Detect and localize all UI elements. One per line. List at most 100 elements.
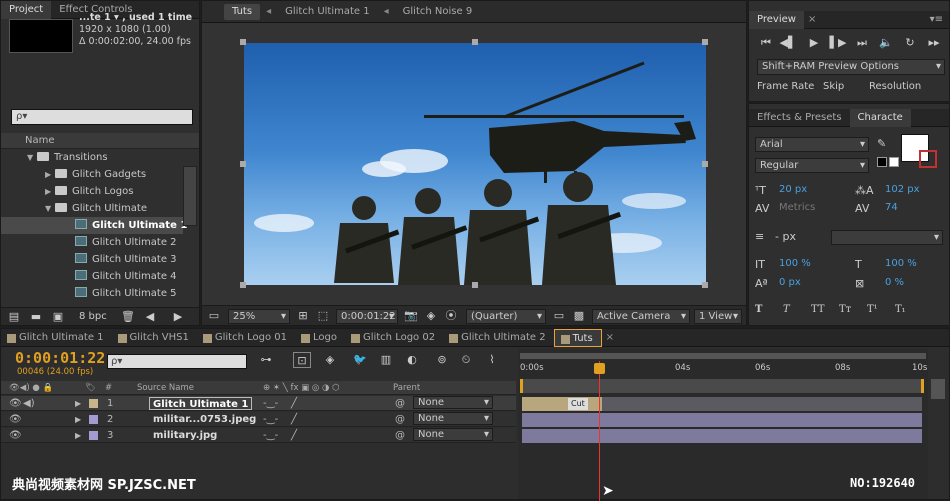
faux-bold-icon[interactable]: T [755, 304, 762, 315]
next-frame-icon[interactable]: ▌▶ [829, 35, 847, 51]
layer-name[interactable]: Glitch Ultimate 1 [149, 397, 253, 410]
project-scrollbar[interactable] [183, 166, 197, 226]
transform-handle[interactable] [702, 39, 708, 45]
collapse-switch-icon[interactable]: -‿- [263, 396, 278, 411]
layer-bar-1[interactable] [522, 397, 602, 411]
tree-item-glitch-ultimate-2[interactable]: Glitch Ultimate 2 [1, 234, 183, 251]
ram-preview-icon[interactable]: ▸▸ [925, 35, 943, 51]
resolution-dropdown[interactable]: (Quarter) [466, 309, 546, 324]
white-swatch[interactable] [889, 157, 899, 167]
pickwhip-icon[interactable]: @ [395, 396, 405, 411]
twirl-closed-icon[interactable]: ▶ [75, 428, 81, 443]
quality-switch-icon[interactable]: ╱ [291, 396, 297, 411]
twirl-open-icon[interactable]: ▼ [45, 200, 55, 217]
mini-flowchart-icon[interactable]: ⊶ [257, 352, 275, 368]
time-ruler[interactable]: 0:00s 02s 04s 06s 08s 10s [518, 361, 928, 377]
transform-handle[interactable] [240, 39, 246, 45]
layer-name[interactable]: militar...0753.jpeg [153, 412, 256, 427]
tab-character[interactable]: Characte [849, 108, 911, 127]
twirl-closed-icon[interactable]: ▶ [75, 412, 81, 427]
snapshot-camera-icon[interactable]: 📷 [402, 308, 420, 324]
previous-frame-icon[interactable]: ◀▌ [779, 35, 797, 51]
live-update-icon[interactable]: ⊡ [293, 352, 311, 368]
pickwhip-icon[interactable]: @ [395, 412, 405, 427]
pickwhip-icon[interactable]: @ [395, 428, 405, 443]
tracking-value[interactable]: 74 [885, 202, 898, 213]
ram-preview-options-dropdown[interactable]: Shift+RAM Preview Options [757, 59, 945, 75]
play-icon[interactable]: ▶ [805, 35, 823, 51]
collapse-switch-icon[interactable]: -‿- [263, 412, 278, 427]
zoom-dropdown[interactable]: 25% [228, 309, 290, 324]
current-time-indicator-head[interactable] [594, 363, 605, 374]
stroke-color-swatch[interactable] [919, 150, 937, 168]
font-style-dropdown[interactable]: Regular [755, 158, 869, 173]
work-area-bar[interactable] [520, 353, 926, 359]
collapse-switch-icon[interactable]: -‿- [263, 428, 278, 443]
font-family-dropdown[interactable]: Arial [755, 137, 869, 152]
layer-row-1[interactable]: 👁 ◀) ▶ 1 Glitch Ultimate 1 -‿- ╱ @ None [1, 396, 516, 411]
all-caps-icon[interactable]: TT [811, 304, 825, 315]
eyedropper-icon[interactable]: ✎ [877, 137, 886, 150]
parent-dropdown[interactable]: None [413, 396, 493, 409]
first-frame-icon[interactable]: ⏮ [757, 35, 775, 51]
timeline-tab-active[interactable]: Tuts [553, 328, 602, 347]
timeline-search-input[interactable]: ρ▾ [107, 354, 247, 369]
viewer-tab-glitch-noise-9[interactable]: Glitch Noise 9 [395, 3, 481, 21]
timeline-tab[interactable]: Glitch Logo 01 [197, 329, 295, 347]
eye-icon[interactable]: 👁 [9, 396, 22, 411]
scroll-left-icon[interactable]: ◀ [141, 309, 159, 325]
layer-marker[interactable]: Cut [568, 398, 588, 410]
audio-icon[interactable]: 🔈 [877, 35, 895, 51]
transparency-grid-icon[interactable]: ▩ [570, 308, 588, 324]
tree-item-transitions[interactable]: ▼ Transitions [1, 149, 183, 166]
parent-dropdown[interactable]: None [413, 428, 493, 441]
trash-icon[interactable]: 🗑 [119, 309, 137, 325]
label-color-swatch[interactable] [89, 415, 98, 424]
motion-blur-icon[interactable]: ◐ [403, 352, 421, 368]
grid-guides-icon[interactable]: ⊞ [294, 308, 312, 324]
twirl-closed-icon[interactable]: ▶ [45, 166, 55, 183]
layer-row-2[interactable]: 👁 ▶ 2 militar...0753.jpeg -‿- ╱ @ None [1, 412, 516, 427]
small-caps-icon[interactable]: Tт [839, 304, 851, 315]
draft-3d-icon[interactable]: ◈ [321, 352, 339, 368]
tree-item-glitch-logos[interactable]: ▶ Glitch Logos [1, 183, 183, 200]
layer-bar-3[interactable] [522, 429, 922, 443]
viewer-timecode[interactable]: 0:00:01:22 [336, 309, 398, 324]
work-area-span[interactable] [520, 379, 924, 393]
tab-project[interactable]: Project [1, 0, 52, 19]
composition-frame[interactable] [244, 43, 706, 285]
faux-italic-icon[interactable]: T [783, 304, 790, 315]
transform-handle[interactable] [702, 282, 708, 288]
twirl-open-icon[interactable]: ▼ [27, 149, 37, 166]
viewer-tab-glitch-ultimate-1[interactable]: Glitch Ultimate 1 [277, 3, 378, 21]
tree-item-glitch-gadgets[interactable]: ▶ Glitch Gadgets [1, 166, 183, 183]
font-size-value[interactable]: 20 px [779, 184, 807, 195]
bpc-label[interactable]: 8 bpc [79, 311, 107, 322]
loop-icon[interactable]: ↻ [901, 35, 919, 51]
always-preview-icon[interactable]: ▭ [205, 308, 223, 324]
channels-icon[interactable]: ⦿ [442, 308, 460, 324]
transform-handle[interactable] [472, 282, 478, 288]
timeline-scrollbar[interactable] [931, 379, 945, 399]
transform-handle[interactable] [240, 282, 246, 288]
graph-editor-icon[interactable]: ⌇ [483, 352, 501, 368]
region-of-interest-icon[interactable]: ⬚ [314, 308, 332, 324]
close-icon[interactable]: × [606, 332, 614, 343]
quality-switch-icon[interactable]: ╱ [291, 428, 297, 443]
panel-menu-icon[interactable]: ▾≡ [930, 14, 943, 25]
baseline-shift-value[interactable]: 0 px [779, 277, 801, 288]
transform-handle[interactable] [702, 161, 708, 167]
transform-handle[interactable] [240, 161, 246, 167]
transform-handle[interactable] [472, 39, 478, 45]
close-icon[interactable]: × [808, 14, 816, 25]
eye-icon[interactable]: 👁 [9, 428, 22, 443]
tree-item-glitch-ultimate-5[interactable]: Glitch Ultimate 5 [1, 285, 183, 302]
tsume-value[interactable]: 0 % [885, 277, 904, 288]
timeline-tab[interactable]: Glitch Logo 02 [345, 329, 443, 347]
layer-row-3[interactable]: 👁 ▶ 3 military.jpg -‿- ╱ @ None [1, 428, 516, 443]
stroke-style-dropdown[interactable] [831, 230, 943, 245]
auto-keyframe-icon[interactable]: ⏲ [457, 352, 475, 368]
last-frame-icon[interactable]: ⏭ [853, 35, 871, 51]
stroke-width-value[interactable]: - px [775, 230, 796, 243]
tab-preview[interactable]: Preview [749, 10, 804, 29]
